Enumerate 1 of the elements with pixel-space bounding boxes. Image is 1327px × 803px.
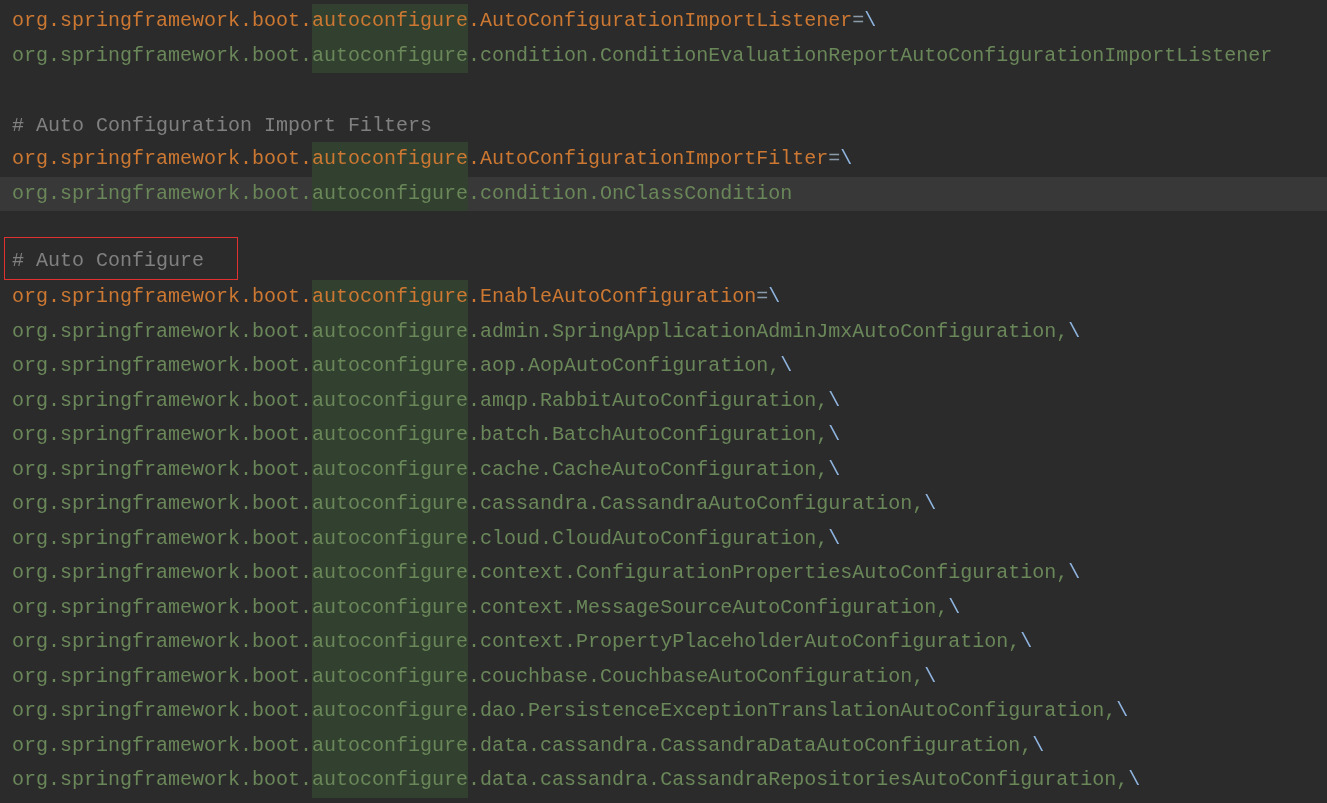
code-comment: # Auto Configure [12,248,205,274]
